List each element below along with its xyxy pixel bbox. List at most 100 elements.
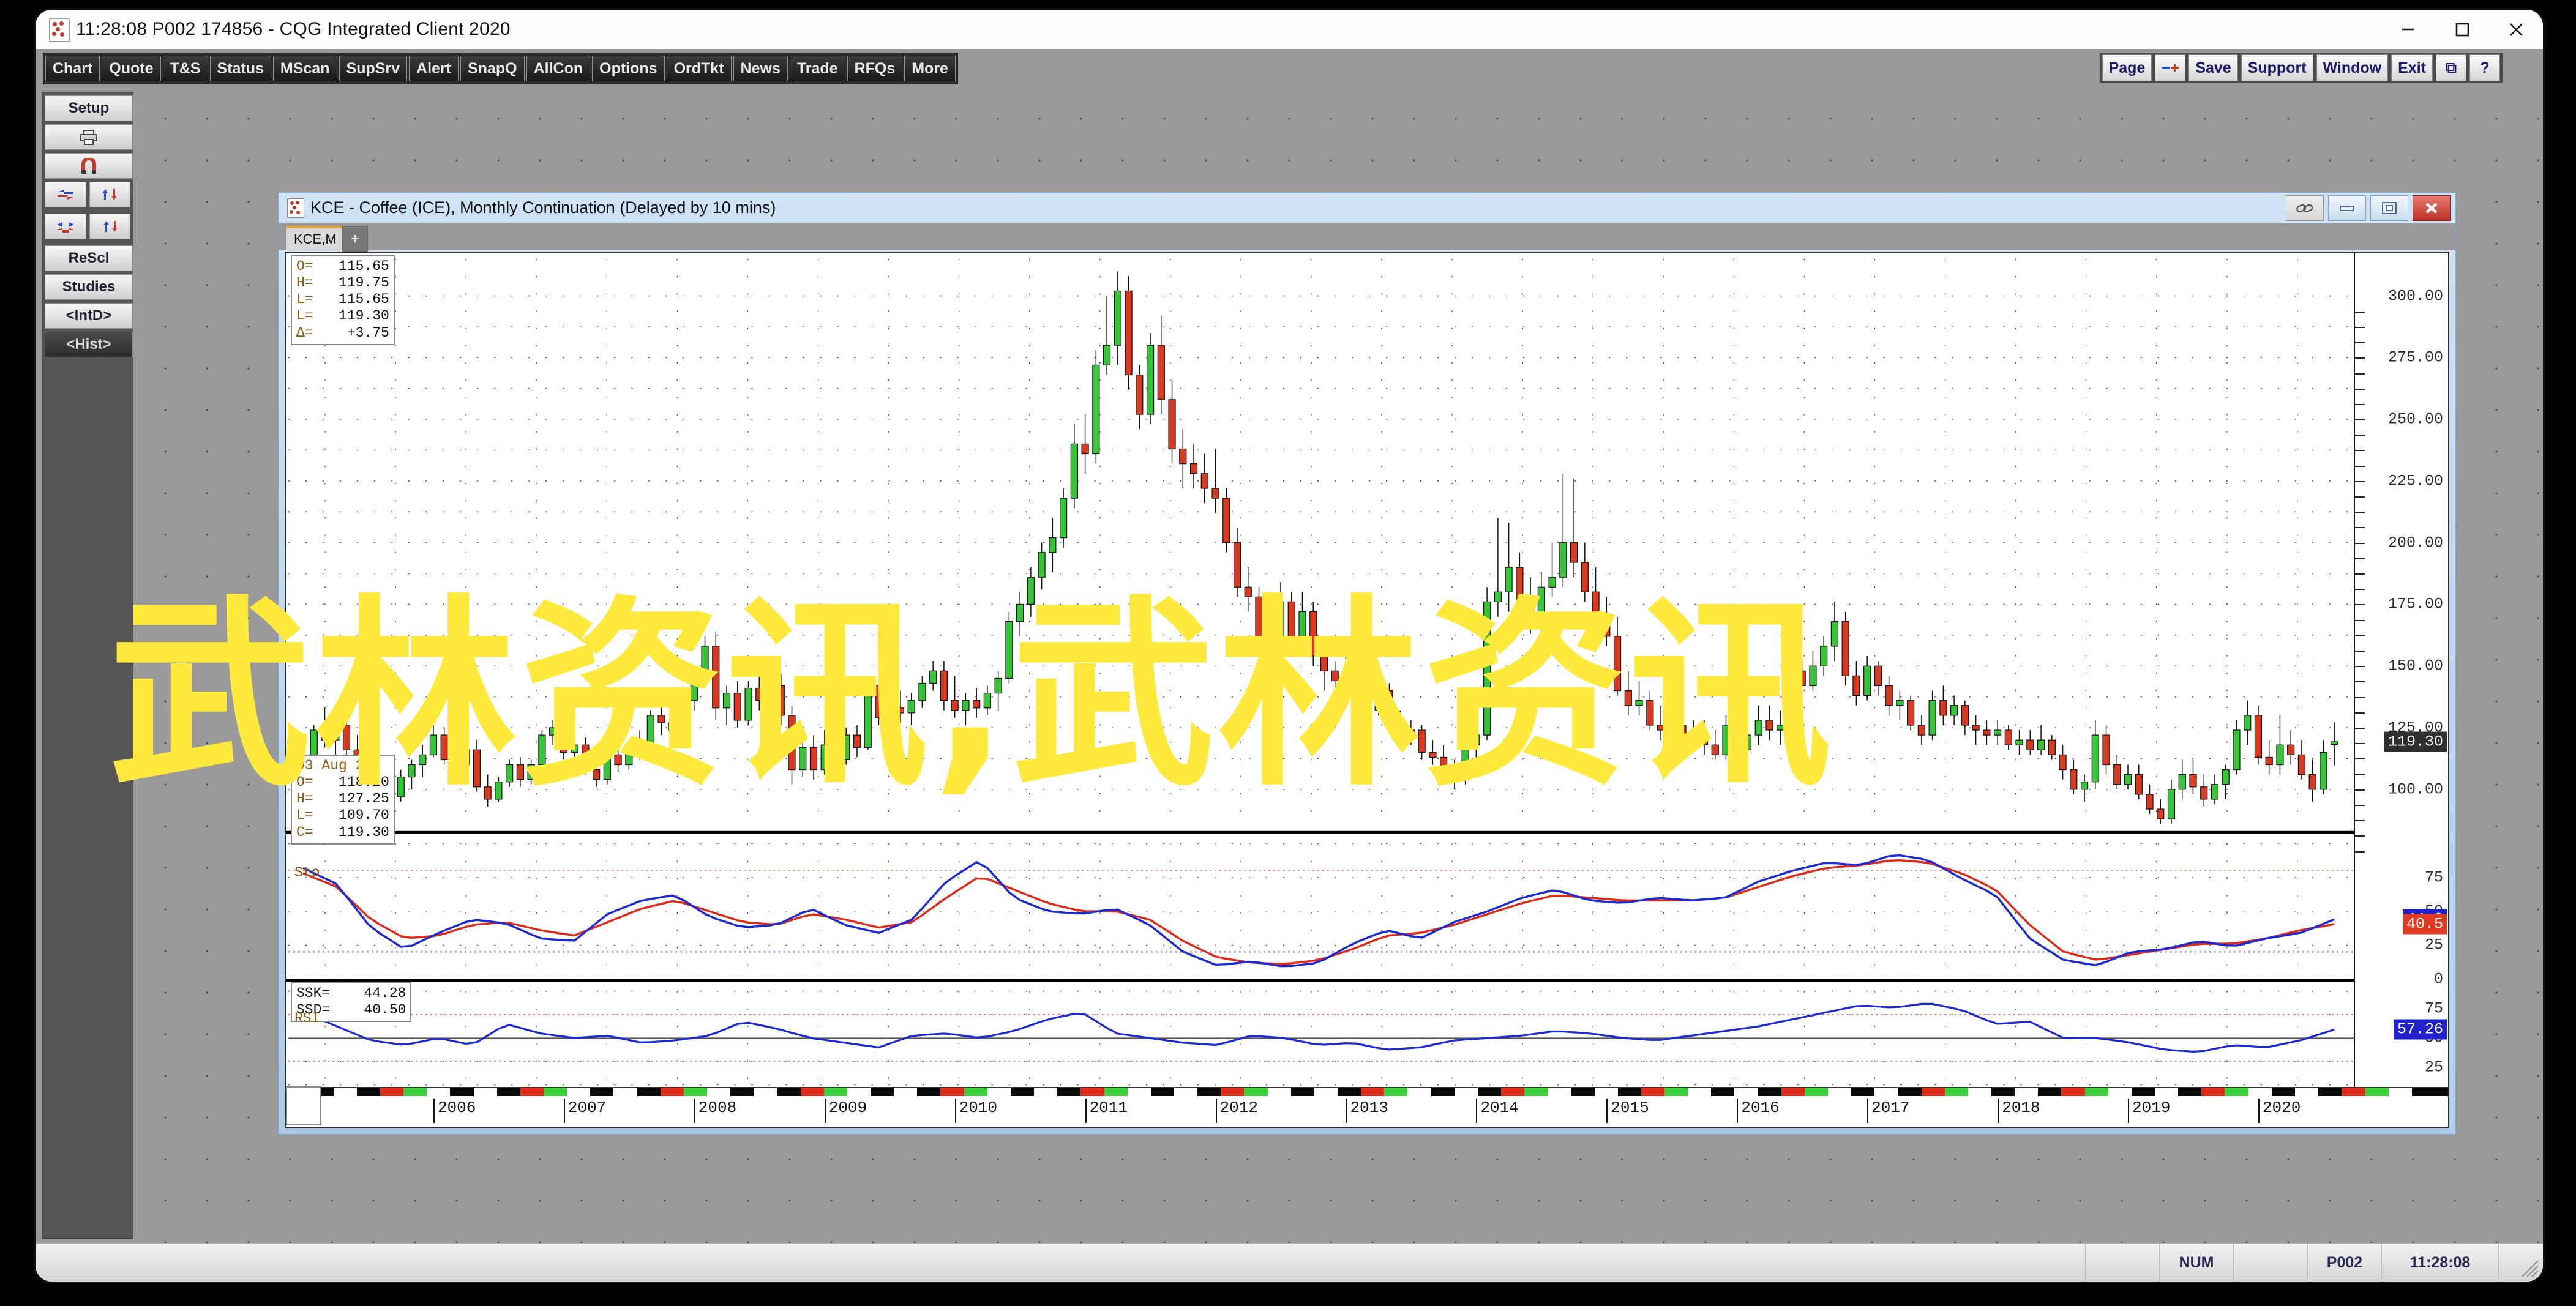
utility-button-save[interactable]: Save <box>2188 54 2238 81</box>
menu-button-quote[interactable]: Quote <box>102 56 161 81</box>
contract-band <box>1548 1088 1571 1096</box>
chart-tool-rail: Setup ReScl Studies <IntD> <Hist> <box>42 92 133 1239</box>
contract-band <box>2155 1088 2179 1096</box>
add-tab-button[interactable]: + <box>342 226 368 252</box>
menu-button-t-s[interactable]: T&S <box>162 56 208 81</box>
pan-left-right-icon[interactable] <box>45 182 86 207</box>
utility-button-support[interactable]: Support <box>2241 54 2313 81</box>
date-axis-corner-box <box>286 1086 321 1125</box>
printer-icon[interactable] <box>45 124 133 150</box>
pan-center-icon[interactable] <box>45 214 86 239</box>
menu-button-supsrv[interactable]: SupSrv <box>339 56 408 81</box>
menu-button-more[interactable]: More <box>904 56 956 81</box>
contract-band <box>1431 1088 1455 1096</box>
price-minor-tick <box>2355 527 2365 529</box>
utility-button-window[interactable]: Window <box>2316 54 2389 81</box>
price-minor-tick <box>2355 373 2365 375</box>
menu-button-allcon[interactable]: AllCon <box>526 56 591 81</box>
contract-band <box>544 1088 567 1096</box>
contract-band <box>800 1088 824 1096</box>
price-tick: 300.00 <box>2387 287 2443 305</box>
menu-button-options[interactable]: Options <box>592 56 665 81</box>
status-clock: 11:28:08 <box>2381 1244 2498 1282</box>
resize-grip-icon[interactable] <box>2498 1244 2543 1282</box>
contract-band <box>1968 1088 1992 1096</box>
price-minor-tick <box>2355 789 2365 791</box>
contract-band <box>1851 1088 1875 1096</box>
contract-band <box>1197 1088 1221 1096</box>
menu-button-alert[interactable]: Alert <box>409 56 459 81</box>
bar-detail-box: 03 Aug 20 O= 118.20 H= 127.25 L= 109.70 C= 1… <box>291 755 395 845</box>
price-minor-tick <box>2355 774 2365 775</box>
application-titlebar: 11:28:08 P002 174856 - CQG Integrated Cl… <box>36 10 2543 50</box>
contract-band <box>427 1088 451 1096</box>
maximize-icon[interactable] <box>2435 10 2489 49</box>
link-icon[interactable] <box>2286 195 2324 221</box>
contract-band <box>1314 1088 1338 1096</box>
stoch-tick: 75 <box>2424 868 2443 887</box>
price-minor-tick <box>2355 542 2365 544</box>
contract-band <box>1034 1088 1058 1096</box>
utility-button-help-icon[interactable]: ? <box>2469 54 2500 81</box>
price-minor-tick <box>2355 851 2365 853</box>
rescale-button[interactable]: ReScl <box>45 245 133 271</box>
minimize-icon[interactable] <box>2328 195 2366 221</box>
utility-button-exit[interactable]: Exit <box>2391 54 2433 81</box>
price-scale-axis[interactable]: 300.00 275.00 250.00 225.00 200.00 175.00 150.… <box>2354 253 2448 1127</box>
chart-tab-kce-m[interactable]: KCE,M <box>286 226 345 250</box>
menu-button-news[interactable]: News <box>733 56 788 81</box>
menu-button-trade[interactable]: Trade <box>789 56 845 81</box>
stochastic-panel-label: Sto <box>294 865 320 881</box>
utility-button-restore-icon[interactable]: ⧉ <box>2436 54 2466 81</box>
contract-band <box>1571 1088 1595 1096</box>
expand-vertical-icon[interactable] <box>89 214 130 239</box>
contract-band <box>2365 1088 2389 1096</box>
magnet-icon[interactable] <box>45 153 133 179</box>
price-minor-tick <box>2355 403 2365 405</box>
menu-button-mscan[interactable]: MScan <box>272 56 337 81</box>
price-minor-tick <box>2355 435 2365 436</box>
contract-band <box>1244 1088 1268 1096</box>
year-label: 2018 <box>1998 1099 2040 1123</box>
compress-vertical-icon[interactable] <box>89 182 130 207</box>
price-minor-tick <box>2355 835 2365 837</box>
menu-button-chart[interactable]: Chart <box>45 56 100 81</box>
close-icon[interactable] <box>2413 195 2451 221</box>
minimize-icon[interactable] <box>2381 10 2435 49</box>
price-minor-tick <box>2355 357 2365 359</box>
studies-button[interactable]: Studies <box>45 274 133 300</box>
history-button[interactable]: <Hist> <box>45 332 133 357</box>
current-price-tag: 119.30 <box>2384 731 2447 752</box>
chart-window-controls <box>2286 195 2451 221</box>
menu-button-ordtkt[interactable]: OrdTkt <box>666 56 732 81</box>
year-label: 2016 <box>1737 1099 1780 1123</box>
contract-band <box>707 1088 731 1096</box>
contract-band <box>940 1088 964 1096</box>
menu-button-snapq[interactable]: SnapQ <box>460 56 525 81</box>
date-axis[interactable]: 2006 2007 2008 2009 2010 2011 2012 2013 2014 2015… <box>286 1086 2448 1127</box>
utility-button-page[interactable]: Page <box>2102 54 2152 81</box>
main-menu-strip: Chart Quote T&S Status MScan SupSrv Alert SnapQ… <box>36 49 2543 87</box>
menu-button-status[interactable]: Status <box>209 56 271 81</box>
contract-band <box>450 1088 474 1096</box>
contract-band <box>1267 1088 1291 1096</box>
status-message <box>36 1244 2085 1282</box>
chart-canvas[interactable]: O= 115.65 H= 119.75 L= 115.65 L= 119.30 Δ= +… <box>285 252 2449 1128</box>
close-icon[interactable] <box>2489 10 2543 49</box>
maximize-icon[interactable] <box>2370 195 2408 221</box>
contract-band <box>1594 1088 1618 1096</box>
contract-band <box>2411 1088 2435 1096</box>
intraday-button[interactable]: <IntD> <box>45 303 133 329</box>
contract-band <box>871 1088 894 1096</box>
setup-button[interactable]: Setup <box>45 95 133 121</box>
contract-band <box>1454 1088 1478 1096</box>
contract-band <box>1921 1088 1945 1096</box>
contract-band <box>1524 1088 1548 1096</box>
contract-band <box>1711 1088 1735 1096</box>
contract-band <box>1080 1088 1104 1096</box>
contract-band <box>496 1088 520 1096</box>
cqg-logo-icon <box>287 198 304 218</box>
menu-button-rfqs[interactable]: RFQs <box>847 56 903 81</box>
contract-band <box>1734 1088 1758 1096</box>
utility-button-zoom-toggle[interactable]: − + <box>2155 54 2186 81</box>
